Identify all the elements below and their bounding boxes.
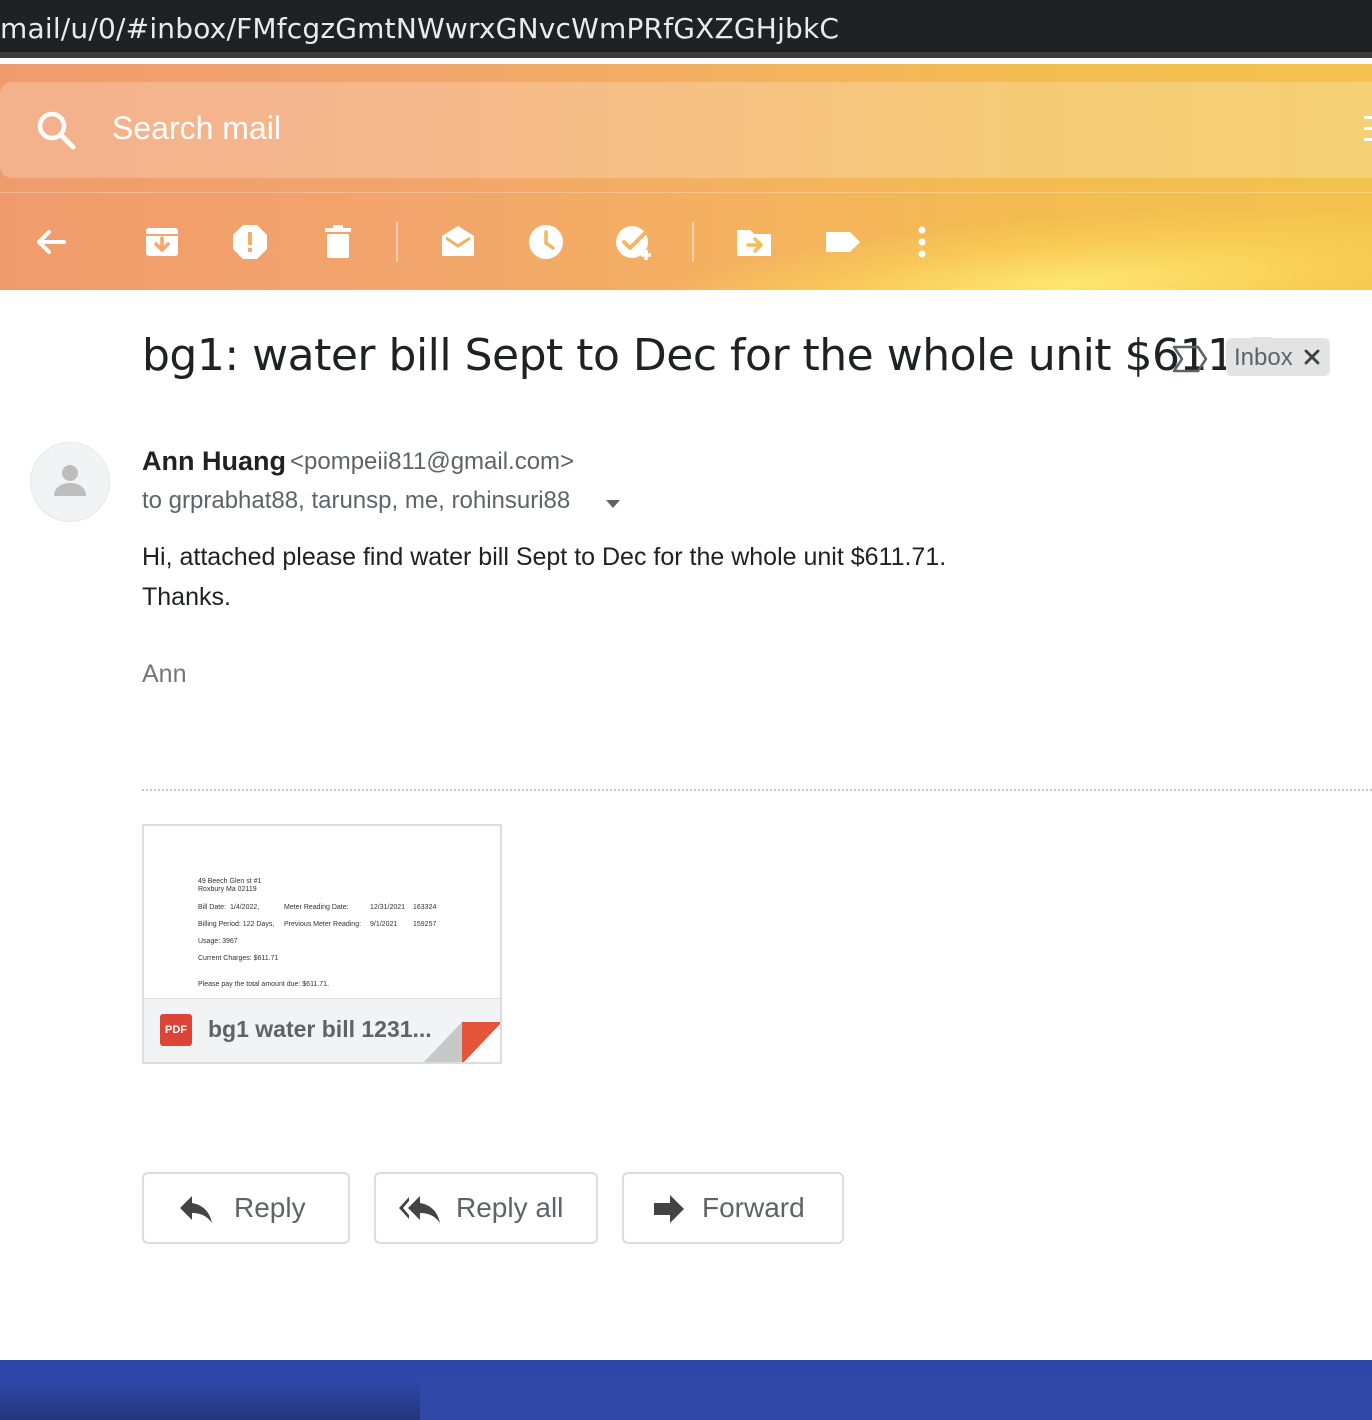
attachments-divider — [142, 789, 1372, 791]
preview-text: 159257 — [413, 921, 437, 928]
search-options-icon[interactable] — [1362, 114, 1372, 144]
search-bar[interactable]: Search mail — [0, 82, 1372, 178]
snooze-icon[interactable] — [526, 222, 566, 262]
theme-trees — [0, 1380, 420, 1420]
more-options-icon[interactable] — [902, 222, 942, 262]
preview-text: Bill Date: — [198, 904, 227, 911]
mail-header: Search mail — [0, 64, 1372, 290]
preview-text: 163324 — [413, 904, 437, 911]
attachment-corner-fold — [422, 1022, 500, 1062]
archive-icon[interactable] — [142, 222, 182, 262]
labels-icon[interactable] — [822, 222, 862, 262]
preview-text: Current Charges: $611.71 — [198, 955, 279, 962]
reply-icon — [178, 1192, 214, 1226]
email-body-line: Hi, attached please find water bill Sept… — [142, 543, 947, 571]
browser-url-bar[interactable]: mail/u/0/#inbox/FMfcgzGmtNWwrxGNvcWmPRfG… — [0, 0, 1372, 58]
header-divider — [0, 192, 1372, 193]
reply-all-button[interactable]: Reply all — [374, 1172, 598, 1244]
url-text[interactable]: mail/u/0/#inbox/FMfcgzGmtNWwrxGNvcWmPRfG… — [0, 12, 839, 45]
toolbar-separator — [692, 222, 694, 262]
preview-text: Please pay the total amount due: $611.71… — [198, 981, 330, 988]
search-input[interactable]: Search mail — [112, 110, 281, 147]
inbox-label-chip[interactable]: Inbox — [1226, 338, 1330, 376]
reply-label: Reply — [234, 1192, 306, 1223]
pdf-icon: PDF — [160, 1014, 192, 1046]
add-to-tasks-icon[interactable] — [614, 222, 654, 262]
toolbar-separator — [396, 222, 398, 262]
preview-text: Billing Period: 122 Days, — [198, 921, 275, 928]
label-chip-text: Inbox — [1234, 344, 1293, 371]
forward-icon — [652, 1192, 688, 1226]
delete-icon[interactable] — [318, 222, 358, 262]
bottom-theme-bar — [0, 1360, 1372, 1420]
preview-text: 1/4/2022, — [230, 904, 260, 911]
forward-button[interactable]: Forward — [622, 1172, 844, 1244]
email-signature: Ann — [142, 660, 187, 688]
remove-label-icon[interactable] — [1302, 347, 1322, 367]
reply-all-icon — [398, 1192, 442, 1226]
reply-button[interactable]: Reply — [142, 1172, 350, 1244]
preview-text: 9/1/2021 — [370, 921, 398, 928]
recipients-line: to grprabhat88, tarunsp, me, rohinsuri88 — [142, 487, 571, 514]
preview-text: Usage: 3967 — [198, 938, 238, 945]
subject-row: bg1: water bill Sept to Dec for the whol… — [142, 330, 1342, 390]
preview-text: Previous Meter Reading: — [284, 921, 362, 928]
back-arrow-icon[interactable] — [30, 222, 70, 262]
preview-text: 12/31/2021 — [370, 904, 406, 911]
sender-name[interactable]: Ann Huang — [142, 446, 286, 477]
attachment-filename[interactable]: bg1 water bill 1231... — [208, 1016, 432, 1043]
search-icon[interactable] — [34, 108, 78, 152]
preview-text: 49 Beech Glen st #1 — [198, 878, 262, 885]
person-icon — [54, 465, 86, 496]
show-details-caret-icon[interactable] — [604, 497, 622, 509]
importance-marker-icon[interactable] — [1172, 344, 1208, 374]
attachment-card[interactable]: 49 Beech Glen st #1 Roxbury Ma 02119 Bil… — [142, 824, 502, 1064]
reply-all-label: Reply all — [456, 1192, 564, 1223]
mark-unread-icon[interactable] — [438, 222, 478, 262]
preview-text: Meter Reading Date: — [284, 904, 349, 911]
theme-glow — [616, 182, 1372, 290]
email-subject: bg1: water bill Sept to Dec for the whol… — [142, 330, 1304, 381]
sender-avatar[interactable] — [30, 442, 110, 522]
move-to-icon[interactable] — [734, 222, 774, 262]
sender-email: <pompeii811@gmail.com> — [290, 448, 575, 475]
preview-text: Roxbury Ma 02119 — [198, 886, 257, 893]
forward-label: Forward — [702, 1192, 805, 1223]
report-spam-icon[interactable] — [230, 222, 270, 262]
email-body-line: Thanks. — [142, 583, 231, 611]
attachment-preview[interactable]: 49 Beech Glen st #1 Roxbury Ma 02119 Bil… — [144, 826, 500, 998]
